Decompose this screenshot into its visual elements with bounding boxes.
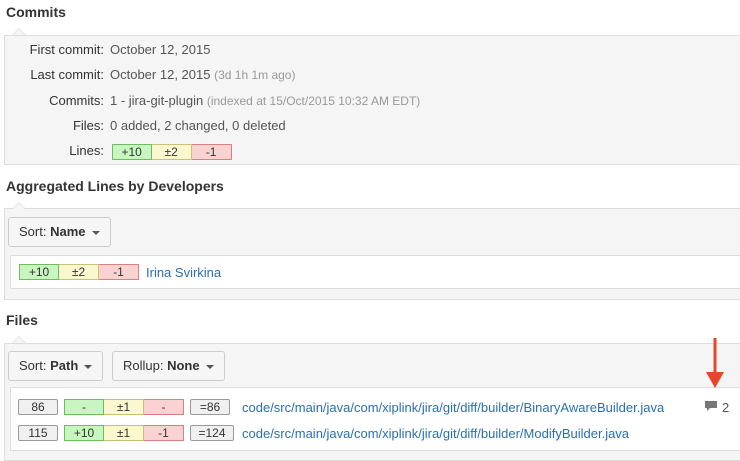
lines-row: Lines: +10 ±2 -1 — [4, 142, 232, 160]
files-sort-button[interactable]: Sort: Path — [8, 351, 104, 381]
developer-lines-changed: ±2 — [59, 264, 99, 280]
developer-lines-box: +10 ±2 -1 — [19, 264, 139, 280]
rollup-button[interactable]: Rollup: None — [112, 351, 225, 381]
files-notch — [12, 336, 26, 343]
files-label: Files: — [72, 118, 104, 133]
caret-down-icon — [84, 364, 93, 369]
file-lines-deleted: - — [144, 399, 184, 415]
commits-count-row: Commits: 1 - jira-git-plugin (indexed at … — [4, 92, 420, 110]
file-line-count: 115 — [18, 425, 58, 441]
file-row: 86 - ±1 - =86 code/src/main/java/com/xip… — [18, 398, 664, 416]
last-commit-value: October 12, 2015 — [110, 67, 211, 82]
developers-sort-button[interactable]: Sort: Name — [8, 217, 111, 247]
caret-down-icon — [91, 230, 100, 235]
first-commit-row: First commit: October 12, 2015 — [4, 41, 211, 59]
file-path-link[interactable]: code/src/main/java/com/xiplink/jira/git/… — [242, 400, 664, 415]
file-row: 115 +10 ±1 -1 =124 code/src/main/java/co… — [18, 424, 629, 442]
files-sort-value: Path — [50, 358, 79, 373]
developers-sort-value: Name — [50, 224, 86, 239]
first-commit-label: First commit: — [29, 42, 104, 57]
file-total: =124 — [190, 425, 234, 441]
files-value: 0 added, 2 changed, 0 deleted — [110, 118, 286, 133]
file-lines-added: - — [64, 399, 104, 415]
caret-down-icon — [205, 364, 214, 369]
commits-notch — [12, 28, 26, 35]
file-comments[interactable]: 2 — [704, 400, 729, 415]
file-lines-deleted: -1 — [144, 425, 184, 441]
developers-notch — [12, 202, 26, 209]
file-lines-added: +10 — [64, 425, 104, 441]
developer-name-link[interactable]: Irina Svirkina — [146, 265, 221, 280]
developer-row: +10 ±2 -1 Irina Svirkina — [19, 263, 221, 281]
lines-deleted: -1 — [191, 143, 232, 160]
file-line-count: 86 — [18, 399, 58, 415]
developer-lines-deleted: -1 — [99, 264, 139, 280]
file-lines-changed: ±1 — [104, 399, 144, 415]
files-sort-label: Sort: — [19, 358, 47, 373]
file-path-link[interactable]: code/src/main/java/com/xiplink/jira/git/… — [242, 426, 629, 441]
comment-icon — [704, 400, 718, 415]
file-lines-changed: ±1 — [104, 425, 144, 441]
last-commit-row: Last commit: October 12, 2015 (3d 1h 1m a… — [4, 66, 295, 84]
rollup-value: None — [167, 358, 200, 373]
file-comment-count: 2 — [722, 400, 730, 415]
lines-label: Lines: — [69, 143, 104, 158]
first-commit-value: October 12, 2015 — [110, 42, 211, 57]
files-summary-row: Files: 0 added, 2 changed, 0 deleted — [4, 117, 286, 135]
red-arrow-icon — [704, 336, 726, 392]
developers-sort-label: Sort: — [19, 224, 47, 239]
file-lines-box: - ±1 - — [64, 399, 184, 415]
commits-title: Commits — [6, 4, 66, 20]
lines-added: +10 — [111, 143, 152, 160]
lines-stat-box: +10 ±2 -1 — [111, 143, 232, 160]
last-commit-label: Last commit: — [30, 67, 104, 82]
file-total: =86 — [190, 399, 230, 415]
developers-title: Aggregated Lines by Developers — [6, 178, 224, 194]
file-lines-box: +10 ±1 -1 — [64, 425, 184, 441]
lines-changed: ±2 — [151, 143, 192, 160]
rollup-label: Rollup: — [123, 358, 164, 373]
developer-lines-added: +10 — [19, 264, 59, 280]
files-title: Files — [6, 312, 38, 328]
commits-value: 1 - jira-git-plugin — [110, 93, 204, 108]
commits-label: Commits: — [49, 93, 104, 108]
last-commit-age: (3d 1h 1m ago) — [214, 68, 296, 82]
commits-indexed-note: (indexed at 15/Oct/2015 10:32 AM EDT) — [206, 94, 421, 108]
